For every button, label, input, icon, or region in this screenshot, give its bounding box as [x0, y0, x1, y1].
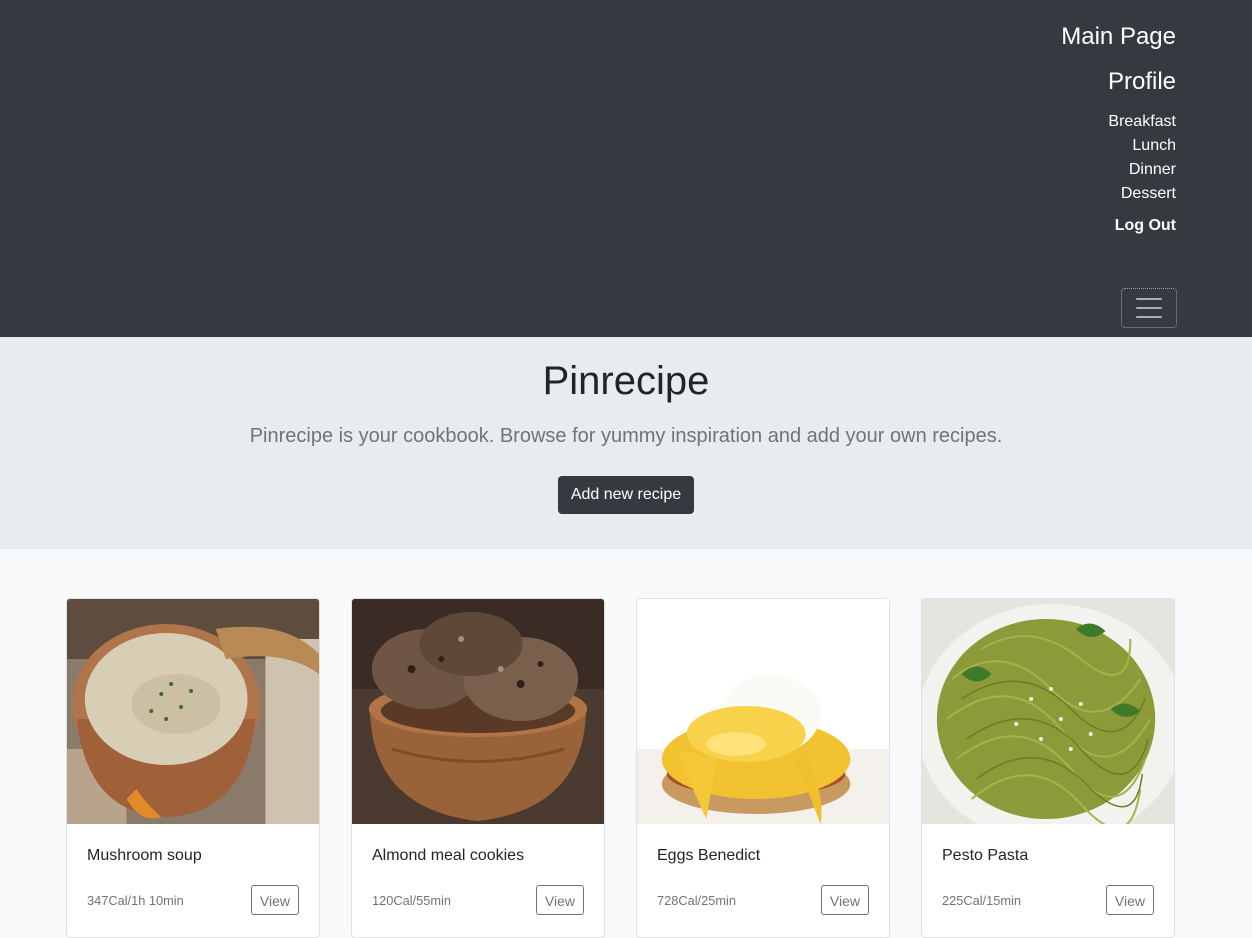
- card-body: Pesto Pasta 225Cal/15min View: [922, 824, 1174, 915]
- recipe-card: Pesto Pasta 225Cal/15min View: [921, 598, 1175, 938]
- recipe-card: Mushroom soup 347Cal/1h 10min View: [66, 598, 320, 938]
- card-footer: 225Cal/15min View: [942, 885, 1154, 915]
- pesto-pasta-image: [922, 599, 1174, 824]
- view-recipe-button[interactable]: View: [535, 885, 584, 915]
- recipe-title: Mushroom soup: [87, 847, 202, 864]
- view-recipe-button[interactable]: View: [250, 885, 299, 915]
- card-body: Eggs Benedict 728Cal/25min View: [637, 824, 889, 915]
- recipe-meta: 225Cal/15min: [942, 892, 1021, 908]
- navbar-toggler-button[interactable]: [1121, 288, 1177, 328]
- page-title: Pinrecipe: [542, 359, 710, 403]
- hamburger-menu-icon: [1136, 298, 1162, 300]
- recipe-meta: 347Cal/1h 10min: [87, 892, 184, 908]
- category-links: Breakfast Lunch Dinner Dessert: [1061, 110, 1176, 206]
- card-footer: 347Cal/1h 10min View: [87, 885, 299, 915]
- card-body: Mushroom soup 347Cal/1h 10min View: [67, 824, 319, 915]
- nav-links: Main Page Profile Breakfast Lunch Dinner…: [1061, 20, 1176, 238]
- recipe-card-grid: Mushroom soup 347Cal/1h 10min View Almon…: [0, 549, 1252, 938]
- card-footer: 728Cal/25min View: [657, 885, 869, 915]
- add-new-recipe-button[interactable]: Add new recipe: [557, 476, 695, 514]
- hero-section: Pinrecipe Pinrecipe is your cookbook. Br…: [0, 337, 1252, 549]
- eggs-benedict-image: [637, 599, 889, 824]
- almond-cookies-image: [352, 599, 604, 824]
- recipe-title: Pesto Pasta: [942, 847, 1029, 864]
- card-footer: 120Cal/55min View: [372, 885, 584, 915]
- nav-dessert-link[interactable]: Dessert: [1061, 182, 1176, 206]
- recipe-title: Eggs Benedict: [657, 847, 761, 864]
- card-body: Almond meal cookies 120Cal/55min View: [352, 824, 604, 915]
- hero-subtitle: Pinrecipe is your cookbook. Browse for y…: [249, 425, 1003, 447]
- recipe-title: Almond meal cookies: [372, 847, 525, 864]
- hamburger-menu-icon: [1136, 316, 1162, 318]
- view-recipe-button[interactable]: View: [1105, 885, 1154, 915]
- mushroom-soup-image: [67, 599, 319, 824]
- nav-main-page-link[interactable]: Main Page: [1061, 20, 1176, 53]
- hamburger-menu-icon: [1136, 307, 1162, 309]
- logout-link[interactable]: Log Out: [1061, 214, 1176, 238]
- top-navbar: Main Page Profile Breakfast Lunch Dinner…: [0, 0, 1252, 337]
- recipe-card: Eggs Benedict 728Cal/25min View: [636, 598, 890, 938]
- nav-breakfast-link[interactable]: Breakfast: [1061, 110, 1176, 134]
- nav-dinner-link[interactable]: Dinner: [1061, 158, 1176, 182]
- nav-lunch-link[interactable]: Lunch: [1061, 134, 1176, 158]
- recipe-meta: 728Cal/25min: [657, 892, 736, 908]
- recipe-meta: 120Cal/55min: [372, 892, 451, 908]
- view-recipe-button[interactable]: View: [820, 885, 869, 915]
- recipe-card: Almond meal cookies 120Cal/55min View: [351, 598, 605, 938]
- nav-profile-link[interactable]: Profile: [1061, 65, 1176, 98]
